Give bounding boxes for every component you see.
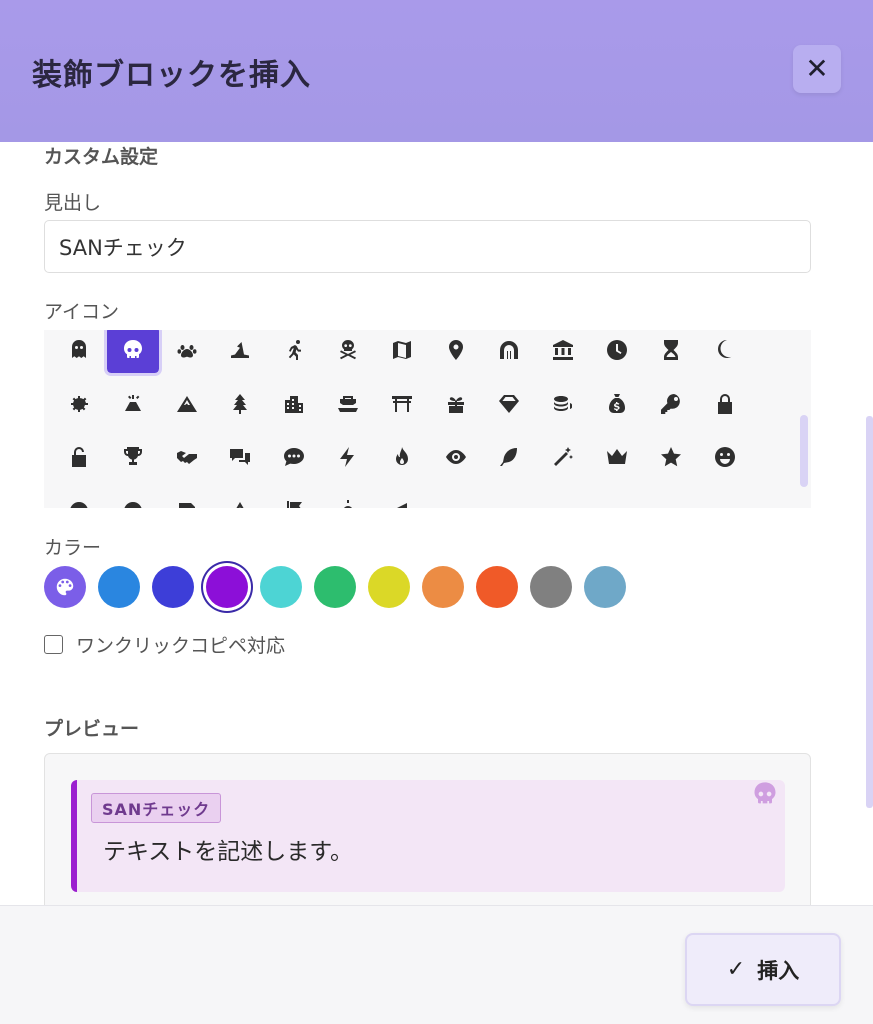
palette-icon	[56, 578, 74, 596]
crown-icon[interactable]	[591, 434, 643, 480]
skull-icon[interactable]	[103, 330, 162, 376]
custom-color-button[interactable]	[44, 566, 86, 608]
bullhorn-icon[interactable]	[376, 488, 428, 508]
icon-grid-scrollbar[interactable]	[800, 415, 808, 487]
city-icon[interactable]	[268, 381, 320, 427]
heading-label: 見出し	[44, 192, 102, 214]
comment-dots-icon[interactable]	[268, 434, 320, 480]
running-icon[interactable]	[268, 330, 320, 373]
ghost-icon[interactable]	[53, 330, 105, 373]
icon-label: アイコン	[44, 301, 120, 323]
color-swatch[interactable]	[152, 566, 194, 608]
custom-settings-title: カスタム設定	[44, 146, 159, 168]
icon-picker-grid[interactable]	[44, 330, 811, 508]
map-icon[interactable]	[376, 330, 428, 373]
eye-icon[interactable]	[430, 434, 482, 480]
tree-icon[interactable]	[214, 381, 266, 427]
color-swatch[interactable]	[368, 566, 410, 608]
dialog-header: 装飾ブロックを挿入 ✕	[0, 0, 873, 142]
color-swatch[interactable]	[260, 566, 302, 608]
lock-icon[interactable]	[699, 381, 751, 427]
dialog-title: 装飾ブロックを挿入	[32, 58, 311, 93]
unlock-icon[interactable]	[53, 434, 105, 480]
color-swatch[interactable]	[98, 566, 140, 608]
color-label: カラー	[44, 537, 102, 559]
sun-icon[interactable]	[322, 488, 374, 508]
color-swatch[interactable]	[476, 566, 518, 608]
tent-icon[interactable]	[214, 488, 266, 508]
circle-icon[interactable]	[107, 488, 159, 508]
money-bag-icon[interactable]	[591, 381, 643, 427]
trophy-icon[interactable]	[107, 434, 159, 480]
close-button[interactable]: ✕	[793, 45, 841, 93]
one-click-checkbox[interactable]	[44, 635, 63, 654]
insert-button[interactable]: ✓ 挿入	[685, 933, 841, 1006]
insert-button-label: 挿入	[757, 958, 800, 983]
gift-icon[interactable]	[430, 381, 482, 427]
map-pin-icon[interactable]	[430, 330, 482, 373]
check-icon: ✓	[726, 957, 746, 982]
mountain-icon[interactable]	[161, 381, 213, 427]
preview-tag: SANチェック	[91, 793, 222, 823]
dialog-content: カスタム設定 見出し アイコン カラー ワンクリックコピペ対応 プレビュー SA…	[0, 142, 873, 905]
flag-icon[interactable]	[268, 488, 320, 508]
volcano-icon[interactable]	[107, 381, 159, 427]
clock-icon[interactable]	[591, 330, 643, 373]
color-swatch[interactable]	[206, 566, 248, 608]
gem-icon[interactable]	[483, 381, 535, 427]
dialog-footer: ✓ 挿入	[0, 905, 873, 1024]
fire-icon[interactable]	[376, 434, 428, 480]
comments-icon[interactable]	[214, 434, 266, 480]
hourglass-icon[interactable]	[645, 330, 697, 373]
witch-hat-icon[interactable]	[214, 330, 266, 373]
heading-input[interactable]	[44, 220, 811, 273]
one-click-copy-option[interactable]: ワンクリックコピペ対応	[44, 631, 285, 658]
dungeon-icon[interactable]	[483, 330, 535, 373]
handshake-icon[interactable]	[161, 434, 213, 480]
ship-icon[interactable]	[322, 381, 374, 427]
skull-crossbones-icon[interactable]	[322, 330, 374, 373]
landmark-icon[interactable]	[537, 330, 589, 373]
skull-icon	[751, 780, 779, 808]
moon-icon[interactable]	[699, 330, 751, 373]
circle-icon[interactable]	[53, 488, 105, 508]
star-icon[interactable]	[645, 434, 697, 480]
preview-frame: SANチェック テキストを記述します。	[44, 753, 811, 905]
preview-block: SANチェック テキストを記述します。	[71, 780, 785, 892]
close-icon: ✕	[805, 52, 829, 85]
coins-icon[interactable]	[537, 381, 589, 427]
bolt-icon[interactable]	[322, 434, 374, 480]
dialog-scrollbar[interactable]	[866, 416, 873, 808]
color-swatch[interactable]	[584, 566, 626, 608]
color-swatch[interactable]	[530, 566, 572, 608]
feather-icon[interactable]	[483, 434, 535, 480]
paw-icon[interactable]	[161, 330, 213, 373]
key-icon[interactable]	[645, 381, 697, 427]
paper-icon[interactable]	[161, 488, 213, 508]
preview-text: テキストを記述します。	[103, 839, 354, 865]
cog-icon[interactable]	[53, 381, 105, 427]
preview-title: プレビュー	[44, 718, 140, 740]
magic-wand-icon[interactable]	[537, 434, 589, 480]
color-swatch[interactable]	[314, 566, 356, 608]
smile-icon[interactable]	[699, 434, 751, 480]
color-swatch[interactable]	[422, 566, 464, 608]
one-click-label: ワンクリックコピペ対応	[76, 635, 286, 657]
torii-icon[interactable]	[376, 381, 428, 427]
